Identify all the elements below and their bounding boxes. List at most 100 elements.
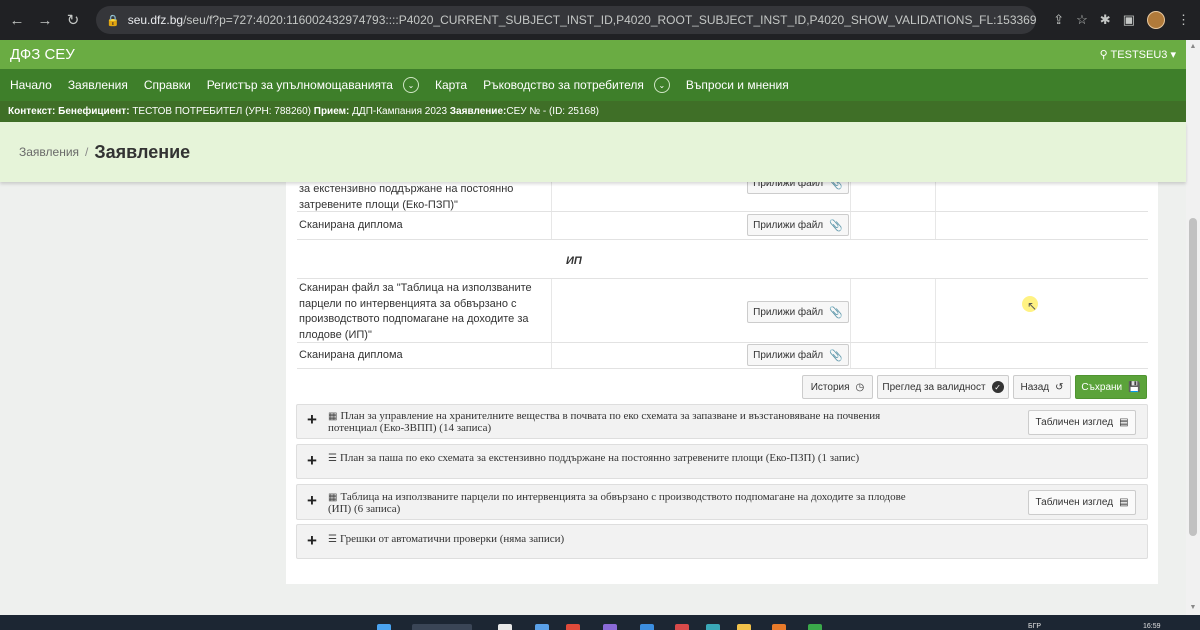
menu-item-reports[interactable]: Справки bbox=[144, 78, 191, 92]
back-button[interactable]: Назад ↺ bbox=[1013, 375, 1071, 399]
browser-toolbar: ← → ↻ 🔒 seu.dfz.bg /seu/f?p=727:4020:116… bbox=[0, 0, 1200, 40]
paperclip-icon: 📎 bbox=[829, 306, 843, 319]
document-status-cell bbox=[851, 212, 936, 239]
back-label: Назад bbox=[1020, 381, 1050, 393]
table-view-button[interactable]: Табличен изглед ▤ bbox=[1028, 410, 1136, 435]
back-arrow-icon[interactable]: ← bbox=[6, 9, 28, 31]
attach-file-button[interactable]: Прилижи файл 📎 bbox=[747, 301, 849, 323]
check-circle-icon: ✓ bbox=[991, 381, 1004, 393]
menu-item-user-guide-label: Ръководство за потребителя bbox=[483, 78, 644, 92]
beneficiary-label: Бенефициент: bbox=[58, 106, 130, 117]
extensions-icon[interactable]: ✱ bbox=[1100, 12, 1111, 28]
language-indicator[interactable]: БГР bbox=[1028, 623, 1041, 630]
browser-menu-icon[interactable]: ⋮ bbox=[1177, 12, 1190, 28]
file-explorer-icon[interactable] bbox=[737, 624, 751, 630]
document-status-cell bbox=[851, 279, 936, 342]
document-row: Сканирана диплома Прилижи файл 📎 bbox=[297, 212, 1148, 240]
panel-title: ☰ Грешки от автоматични проверки (няма за… bbox=[328, 533, 1128, 546]
main-menu: Начало Заявления Справки Регистър за упъ… bbox=[0, 69, 1186, 101]
app-icon[interactable] bbox=[706, 624, 720, 630]
teams-icon[interactable] bbox=[603, 624, 617, 630]
panel-eko-pzp[interactable]: + ☰ План за паша по еко схемата за екстен… bbox=[296, 444, 1148, 479]
application-value: СЕУ № - (ID: 25168) bbox=[506, 106, 600, 117]
table-view-label: Табличен изглед bbox=[1035, 417, 1114, 428]
paperclip-icon: 📎 bbox=[829, 219, 843, 232]
menu-item-home[interactable]: Начало bbox=[10, 78, 52, 92]
panel-eko-zvpp[interactable]: + ▦ План за управление на хранителните ве… bbox=[296, 404, 1148, 439]
validity-check-button[interactable]: Преглед за валидност ✓ bbox=[877, 375, 1009, 399]
list-icon: ☰ bbox=[328, 453, 337, 464]
document-note-cell bbox=[936, 279, 1148, 342]
attach-file-button[interactable]: Прилижи файл 📎 bbox=[747, 182, 849, 194]
page-title: Заявление bbox=[94, 141, 191, 162]
menu-item-map[interactable]: Карта bbox=[435, 78, 467, 92]
breadcrumb-applications-link[interactable]: Заявления bbox=[19, 145, 79, 159]
history-button[interactable]: История ◷ bbox=[802, 375, 873, 399]
app-title[interactable]: ДФЗ СЕУ bbox=[10, 46, 75, 63]
scrollbar-thumb[interactable] bbox=[1189, 218, 1197, 536]
clock[interactable]: 16:59 bbox=[1143, 623, 1161, 630]
excel-icon[interactable] bbox=[808, 624, 822, 630]
table-view-label: Табличен изглед bbox=[1035, 497, 1114, 508]
side-panel-icon[interactable]: ▣ bbox=[1123, 12, 1135, 28]
url-domain: seu.dfz.bg bbox=[127, 13, 184, 27]
panel-title: ▦ Таблица на използваните парцели по инте… bbox=[328, 491, 918, 515]
edge-icon[interactable] bbox=[640, 624, 654, 630]
page-scrollbar[interactable]: ▲ ▼ bbox=[1186, 40, 1200, 615]
floppy-disk-icon: 💾 bbox=[1128, 381, 1141, 393]
start-menu-icon[interactable] bbox=[377, 624, 391, 630]
history-icon: ◷ bbox=[855, 381, 865, 393]
scroll-down-arrow-icon[interactable]: ▼ bbox=[1186, 601, 1200, 615]
chevron-down-icon[interactable]: ⌄ bbox=[402, 77, 419, 93]
app-icon[interactable] bbox=[675, 624, 689, 630]
menu-item-authorizations[interactable]: Регистър за упълномощаванията ⌄ bbox=[207, 77, 419, 93]
document-note-cell bbox=[936, 212, 1148, 239]
panel-title-text: План за паша по еко схемата за екстензив… bbox=[339, 452, 860, 464]
bookmark-star-icon[interactable]: ☆ bbox=[1076, 12, 1088, 28]
list-icon: ☰ bbox=[328, 534, 337, 545]
app-icon[interactable] bbox=[772, 624, 786, 630]
menu-item-applications[interactable]: Заявления bbox=[68, 78, 128, 92]
document-note-cell bbox=[936, 182, 1148, 211]
undo-icon: ↺ bbox=[1055, 381, 1064, 393]
attach-file-button[interactable]: Прилижи файл 📎 bbox=[747, 214, 849, 236]
save-label: Съхрани bbox=[1081, 381, 1123, 393]
chrome-taskbar-icon[interactable] bbox=[566, 624, 580, 630]
chevron-down-icon[interactable]: ⌄ bbox=[653, 77, 670, 93]
user-menu[interactable]: ⚲ TESTSEU3 ▾ bbox=[1100, 48, 1176, 61]
scroll-up-arrow-icon[interactable]: ▲ bbox=[1186, 40, 1200, 54]
address-bar[interactable]: 🔒 seu.dfz.bg /seu/f?p=727:4020:116002432… bbox=[96, 6, 1036, 34]
reload-icon[interactable]: ↻ bbox=[62, 9, 84, 31]
context-bar: Контекст: Бенефициент: ТЕСТОВ ПОТРЕБИТЕЛ… bbox=[0, 101, 1186, 122]
widgets-icon[interactable] bbox=[535, 624, 549, 630]
document-row: Сканиран файл за "Таблица на използванит… bbox=[297, 278, 1148, 343]
section-heading-ip: ИП bbox=[566, 255, 582, 267]
document-description: Сканиран файл за "Таблица на използванит… bbox=[297, 279, 552, 342]
menu-item-faq[interactable]: Въпроси и мнения bbox=[686, 78, 789, 92]
share-icon[interactable]: ⇪ bbox=[1053, 12, 1064, 28]
expand-plus-icon[interactable]: + bbox=[307, 531, 317, 551]
user-name: TESTSEU3 bbox=[1110, 49, 1168, 61]
paperclip-icon: 📎 bbox=[829, 182, 843, 190]
expand-plus-icon[interactable]: + bbox=[307, 491, 317, 511]
table-view-button[interactable]: Табличен изглед ▤ bbox=[1028, 490, 1136, 515]
table-icon: ▦ bbox=[328, 492, 338, 503]
document-status-cell bbox=[851, 182, 936, 211]
task-view-icon[interactable] bbox=[498, 624, 512, 630]
profile-avatar[interactable] bbox=[1147, 11, 1165, 29]
save-button[interactable]: Съхрани 💾 bbox=[1075, 375, 1147, 399]
expand-plus-icon[interactable]: + bbox=[307, 451, 317, 471]
expand-plus-icon[interactable]: + bbox=[307, 410, 317, 430]
caret-down-icon: ▾ bbox=[1170, 49, 1176, 61]
lock-icon: 🔒 bbox=[106, 14, 120, 27]
intake-value: ДДП-Кампания 2023 bbox=[352, 106, 448, 117]
taskbar-search-icon[interactable] bbox=[412, 624, 472, 630]
attach-file-button[interactable]: Прилижи файл 📎 bbox=[747, 344, 849, 366]
menu-item-user-guide[interactable]: Ръководство за потребителя ⌄ bbox=[483, 77, 670, 93]
document-description: Сканирана диплома bbox=[297, 343, 552, 368]
panel-ip-parcels[interactable]: + ▦ Таблица на използваните парцели по ин… bbox=[296, 484, 1148, 520]
forward-arrow-icon[interactable]: → bbox=[34, 9, 56, 31]
beneficiary-value: ТЕСТОВ ПОТРЕБИТЕЛ (УРН: 788260) bbox=[132, 106, 311, 117]
document-note-cell bbox=[936, 343, 1148, 368]
panel-auto-check-errors[interactable]: + ☰ Грешки от автоматични проверки (няма … bbox=[296, 524, 1148, 559]
